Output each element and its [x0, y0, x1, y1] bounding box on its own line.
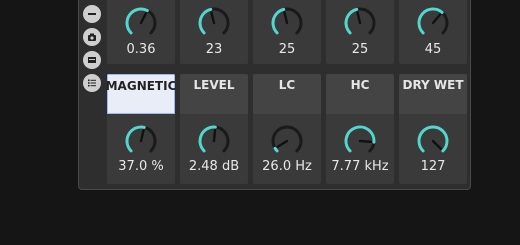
panel-icon: [88, 57, 96, 63]
device-param-cell: DRY WET 127: [399, 74, 467, 184]
param-knob[interactable]: [343, 124, 377, 158]
param-value: 26.0 Hz: [262, 159, 312, 174]
device-param-cell: 45: [399, 0, 467, 64]
device-param-cell: 25: [253, 0, 321, 64]
knob-pointer: [358, 139, 373, 144]
param-label[interactable]: MAGNETIC: [107, 74, 175, 114]
snapshot-icon: [88, 33, 96, 41]
param-label[interactable]: HC: [326, 74, 394, 114]
param-knob[interactable]: [197, 6, 231, 40]
param-value: 0.36: [126, 42, 156, 57]
knob-pointer: [356, 11, 362, 25]
param-value: 7.77 kHz: [331, 159, 389, 174]
panel-button[interactable]: [83, 51, 101, 69]
device-rail: [82, 0, 104, 190]
param-value: 45: [424, 42, 442, 57]
snapshot-button[interactable]: [83, 28, 101, 46]
knob-fill: [417, 7, 444, 35]
knob-pointer: [139, 11, 148, 25]
device-param-cell: LC 26.0 Hz: [253, 74, 321, 184]
list-button[interactable]: [83, 74, 101, 92]
param-knob[interactable]: [343, 6, 377, 40]
collapse-button[interactable]: [83, 5, 101, 23]
param-label[interactable]: LC: [253, 74, 321, 114]
param-value: 25: [351, 42, 369, 57]
param-knob[interactable]: [197, 124, 231, 158]
param-value: 37.0 %: [118, 159, 164, 174]
knob-fill: [271, 7, 286, 35]
param-label[interactable]: LEVEL: [180, 74, 248, 114]
param-knob[interactable]: [416, 6, 450, 40]
knob-pointer: [210, 11, 216, 25]
param-knob[interactable]: [416, 124, 450, 158]
param-knob[interactable]: [124, 6, 158, 40]
param-knob[interactable]: [270, 124, 304, 158]
knob-fill: [344, 7, 359, 35]
param-knob[interactable]: [124, 124, 158, 158]
knob-fill: [417, 125, 449, 153]
knob-pointer: [431, 139, 442, 150]
knob-fill: [125, 7, 149, 35]
knob-pointer: [276, 139, 289, 148]
param-value: 23: [205, 42, 223, 57]
knob-fill: [273, 146, 279, 153]
param-knob[interactable]: [270, 6, 304, 40]
device-param-cell: HC 7.77 kHz: [326, 74, 394, 184]
knob-pointer: [212, 128, 217, 143]
param-value: 25: [278, 42, 296, 57]
collapse-icon: [88, 13, 96, 15]
device-param-cell: 23: [180, 0, 248, 64]
knob-pointer: [283, 11, 289, 25]
param-label[interactable]: DRY WET: [399, 74, 467, 114]
knob-pointer: [139, 129, 145, 143]
param-value: 2.48 dB: [188, 159, 240, 174]
knob-pointer: [431, 13, 442, 25]
knob-fill: [198, 7, 213, 35]
list-icon: [88, 79, 96, 87]
device-param-cell: LEVEL 2.48 dB: [180, 74, 248, 184]
device-param-cell: 0.36: [107, 0, 175, 64]
device-param-cell: MAGNETIC 37.0 %: [107, 74, 175, 184]
device-param-cell: 25: [326, 0, 394, 64]
knob-fill: [344, 125, 376, 153]
param-value: 127: [420, 159, 446, 174]
